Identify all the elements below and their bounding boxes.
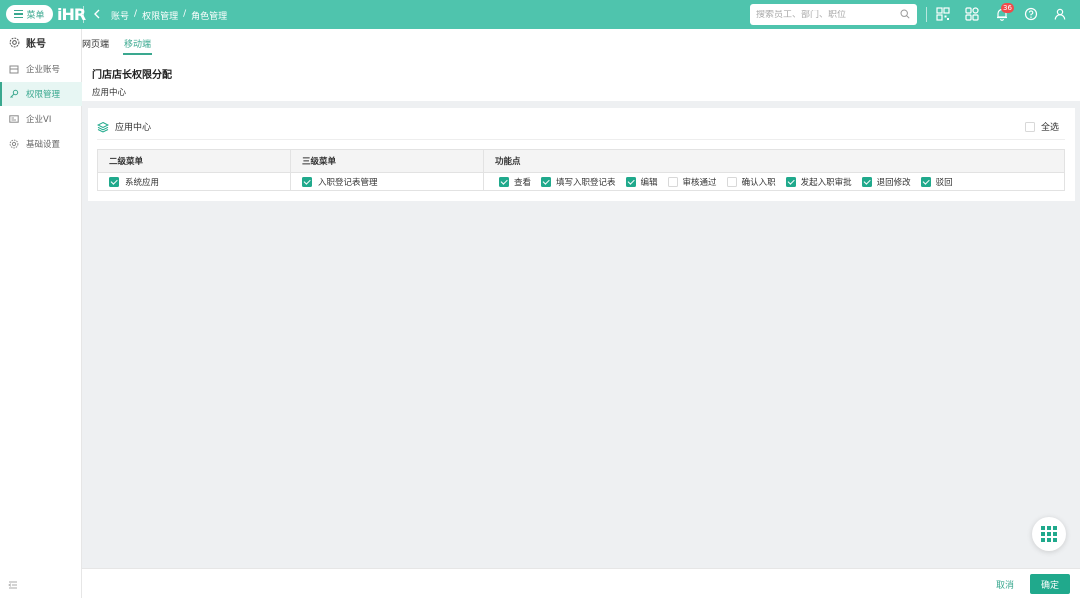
column-header-level3: 三级菜单 bbox=[291, 150, 484, 172]
sidebar-item-permission-management[interactable]: 权限管理 bbox=[0, 82, 82, 106]
top-bar: 菜单 iHR 账号 / 权限管理 / 角色管理 36 bbox=[0, 0, 1080, 29]
page-title: 门店店长权限分配 bbox=[92, 70, 172, 81]
divider bbox=[97, 139, 1065, 140]
column-header-level2: 二级菜单 bbox=[98, 150, 291, 172]
table-row: 系统应用 入职登记表管理 查看 填写入职登记表 编辑 审核通过 确认入职 发起入… bbox=[98, 173, 1064, 190]
qrcode-icon[interactable] bbox=[936, 7, 950, 21]
function-checkbox[interactable] bbox=[625, 176, 636, 187]
select-all-label: 全选 bbox=[1040, 123, 1059, 133]
function-checkbox[interactable] bbox=[499, 176, 509, 187]
footer-bar: 取消 确定 bbox=[82, 568, 1080, 598]
sidebar-item-enterprise-account[interactable]: 企业账号 bbox=[0, 57, 82, 81]
list-icon bbox=[14, 10, 24, 18]
function-label: 审核通过 bbox=[682, 177, 717, 188]
card-header: 应用中心 bbox=[97, 120, 151, 133]
function-checkbox[interactable] bbox=[785, 176, 796, 187]
sidebar-item-basic-settings[interactable]: 基础设置 bbox=[0, 132, 82, 156]
table-header: 二级菜单 三级菜单 功能点 bbox=[98, 150, 1064, 173]
page-header: 网页端 移动端 门店店长权限分配 应用中心 bbox=[82, 29, 1080, 101]
select-all-checkbox[interactable]: 全选 bbox=[1024, 120, 1059, 133]
function-checkbox[interactable] bbox=[667, 176, 678, 187]
active-tab-indicator bbox=[123, 53, 152, 55]
function-checkbox[interactable] bbox=[861, 176, 872, 187]
notification-badge: 36 bbox=[1001, 3, 1014, 13]
building-icon bbox=[9, 65, 19, 74]
level3-label: 入职登记表管理 bbox=[318, 177, 378, 188]
function-checkbox[interactable] bbox=[541, 176, 552, 187]
floating-apps-button[interactable] bbox=[1032, 517, 1066, 551]
collapse-sidebar-icon[interactable] bbox=[8, 580, 18, 590]
function-label: 填写入职登记表 bbox=[556, 177, 616, 188]
function-label: 发起入职审批 bbox=[800, 177, 852, 188]
function-confirm-onboard[interactable]: 确认入职 bbox=[726, 176, 776, 188]
sidebar: 账号 企业账号 权限管理 企业VI 基础设置 bbox=[0, 29, 82, 598]
confirm-button[interactable]: 确定 bbox=[1030, 574, 1070, 594]
level2-label: 系统应用 bbox=[125, 177, 160, 188]
settings-icon bbox=[9, 139, 19, 149]
id-card-icon bbox=[9, 115, 19, 123]
sidebar-item-label: 权限管理 bbox=[26, 90, 61, 100]
function-label: 查看 bbox=[514, 177, 532, 188]
back-chevron-icon[interactable] bbox=[92, 8, 102, 20]
function-fill-form[interactable]: 填写入职登记表 bbox=[541, 176, 616, 188]
level2-cell: 系统应用 bbox=[98, 173, 291, 190]
page-subtitle: 应用中心 bbox=[92, 88, 127, 98]
breadcrumb-separator: / bbox=[183, 9, 187, 19]
apps-icon[interactable] bbox=[965, 7, 979, 21]
cancel-button[interactable]: 取消 bbox=[996, 578, 1014, 591]
search-icon[interactable] bbox=[900, 9, 910, 19]
breadcrumb-item-permission[interactable]: 权限管理 bbox=[142, 9, 178, 22]
sidebar-title-label: 账号 bbox=[26, 39, 46, 50]
logo-divider bbox=[83, 6, 84, 23]
grid-icon bbox=[1041, 526, 1057, 542]
menu-button[interactable]: 菜单 bbox=[6, 5, 53, 23]
help-icon[interactable] bbox=[1024, 7, 1038, 21]
function-label: 编辑 bbox=[640, 177, 658, 188]
functions-cell: 查看 填写入职登记表 编辑 审核通过 确认入职 发起入职审批 退回修改 驳回 bbox=[484, 173, 1064, 190]
permission-table: 二级菜单 三级菜单 功能点 系统应用 入职登记表管理 查看 填写入职登记表 编辑… bbox=[97, 149, 1065, 191]
select-all-box[interactable] bbox=[1024, 121, 1035, 132]
level3-checkbox[interactable] bbox=[302, 176, 312, 187]
app-logo[interactable]: iHR bbox=[57, 5, 86, 24]
sidebar-item-label: 企业账号 bbox=[26, 65, 61, 75]
tab-web[interactable]: 网页端 bbox=[82, 37, 109, 50]
sidebar-item-enterprise-vi[interactable]: 企业VI bbox=[0, 107, 82, 131]
function-return-modify[interactable]: 退回修改 bbox=[861, 176, 911, 188]
sidebar-title: 账号 bbox=[0, 29, 82, 56]
column-header-functions: 功能点 bbox=[495, 157, 521, 167]
sidebar-item-label: 企业VI bbox=[26, 115, 52, 125]
function-view[interactable]: 查看 bbox=[499, 176, 531, 188]
breadcrumb-item-account[interactable]: 账号 bbox=[111, 9, 129, 22]
breadcrumb-separator: / bbox=[134, 9, 138, 19]
function-reject[interactable]: 驳回 bbox=[920, 176, 953, 188]
function-checkbox[interactable] bbox=[920, 176, 931, 187]
level3-cell: 入职登记表管理 bbox=[291, 173, 484, 190]
breadcrumb: 账号 / 权限管理 / 角色管理 bbox=[111, 9, 227, 22]
key-icon bbox=[10, 89, 19, 98]
tab-mobile[interactable]: 移动端 bbox=[124, 37, 151, 50]
permission-card: 应用中心 全选 二级菜单 三级菜单 功能点 系统应用 入职登记表管理 查看 填写… bbox=[88, 108, 1075, 201]
search-input[interactable] bbox=[756, 9, 896, 20]
level2-checkbox[interactable] bbox=[109, 176, 119, 187]
function-checkbox[interactable] bbox=[726, 176, 737, 187]
layers-icon bbox=[97, 121, 109, 133]
function-label: 确认入职 bbox=[741, 177, 776, 188]
breadcrumb-item-role: 角色管理 bbox=[191, 12, 228, 22]
search-box bbox=[750, 4, 917, 25]
function-start-approval[interactable]: 发起入职审批 bbox=[785, 176, 852, 188]
function-approve[interactable]: 审核通过 bbox=[667, 176, 717, 188]
gear-icon bbox=[9, 37, 20, 48]
function-label: 驳回 bbox=[935, 177, 953, 188]
sidebar-item-label: 基础设置 bbox=[26, 140, 61, 150]
function-label: 退回修改 bbox=[876, 177, 911, 188]
card-title: 应用中心 bbox=[115, 123, 152, 133]
function-edit[interactable]: 编辑 bbox=[625, 176, 658, 188]
menu-button-label: 菜单 bbox=[26, 10, 45, 21]
toolbar-divider bbox=[926, 7, 927, 22]
user-icon[interactable] bbox=[1053, 7, 1067, 21]
